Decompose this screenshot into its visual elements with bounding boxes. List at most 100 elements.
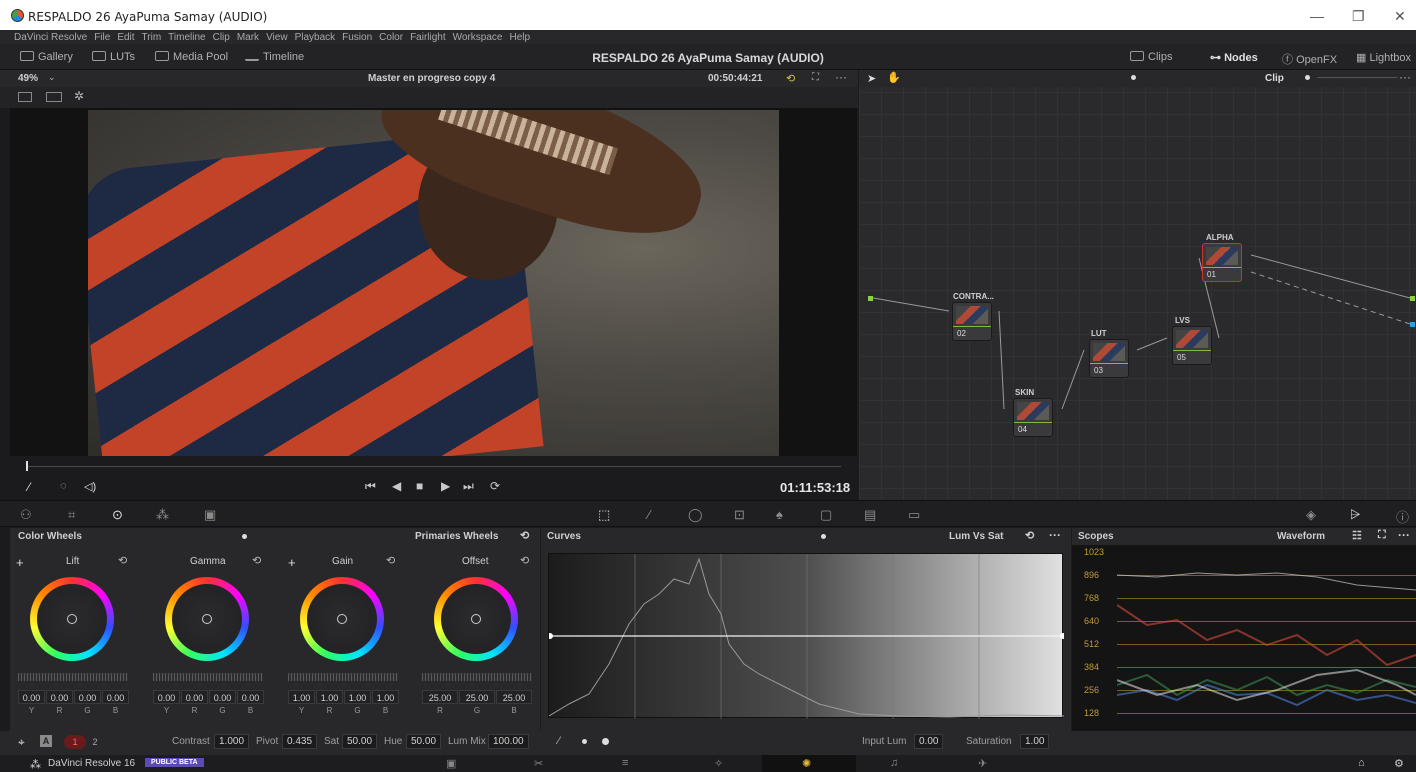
gamma-r-value[interactable]: 0.00	[181, 690, 208, 704]
gallery-button[interactable]: Gallery	[20, 51, 73, 63]
maximize-button[interactable]: ❐	[1352, 8, 1365, 25]
clips-button[interactable]: Clips	[1130, 51, 1172, 63]
bypass-icon[interactable]: ⟲	[786, 72, 795, 85]
lightbox-button[interactable]: ▦ Lightbox	[1356, 51, 1411, 64]
fairlight-page-icon[interactable]: ♫	[890, 757, 898, 769]
highlight-icon[interactable]: ✲	[74, 89, 84, 103]
crosshair-icon[interactable]: +	[288, 555, 296, 570]
home-icon[interactable]: ⌂	[1358, 757, 1365, 769]
gamma-wheel[interactable]	[165, 577, 249, 661]
reset-icon[interactable]: ⟲	[1025, 529, 1034, 542]
node-contra[interactable]: 02	[952, 302, 992, 341]
source-input-pin[interactable]	[868, 296, 873, 301]
rgb-mixer-icon[interactable]: ⁂	[156, 507, 169, 523]
auto-balance-icon[interactable]: ⌖	[18, 735, 25, 750]
gamma-b-value[interactable]: 0.00	[237, 690, 264, 704]
picker-icon[interactable]: ⁄	[28, 480, 30, 494]
offset-g-value[interactable]: 25.00	[459, 690, 495, 704]
timeline-name[interactable]: Master en progreso copy 4	[368, 73, 495, 84]
blur-icon[interactable]: ▢	[820, 507, 832, 523]
volume-icon[interactable]: ◁)	[84, 480, 96, 493]
split-view-icon[interactable]	[18, 92, 32, 102]
reset-icon[interactable]: ⟲	[520, 554, 529, 567]
gear-icon[interactable]: ⚙	[1394, 757, 1404, 770]
lift-b-value[interactable]: 0.00	[102, 690, 129, 704]
lift-g-value[interactable]: 0.00	[74, 690, 101, 704]
menu-item[interactable]: Timeline	[168, 32, 205, 43]
wheels-mode-select[interactable]: Primaries Wheels	[415, 531, 498, 542]
menu-item[interactable]: Mark	[237, 32, 259, 43]
curve-point[interactable]	[547, 633, 553, 639]
menu-item[interactable]: Edit	[117, 32, 134, 43]
curve-graph[interactable]	[547, 553, 1066, 719]
gain-master-slider[interactable]	[288, 673, 398, 681]
offset-puck[interactable]	[471, 614, 481, 624]
color-match-icon[interactable]: ⌗	[68, 507, 75, 523]
scope-mode-select[interactable]: Waveform	[1277, 531, 1325, 542]
saturation-field[interactable]: 1.00	[1020, 734, 1050, 749]
jump-end-icon[interactable]: ⏭	[463, 479, 474, 494]
wipe-icon[interactable]	[46, 92, 62, 102]
visibility-icon[interactable]: ◌	[60, 480, 67, 492]
lift-puck[interactable]	[67, 614, 77, 624]
motion-effects-icon[interactable]: ▣	[204, 507, 216, 523]
control-point-dot[interactable]	[602, 738, 609, 745]
node-editor[interactable]: ➤ ✋ Clip ··· CONTRA... 02 SKIN 04 LUT 03…	[859, 70, 1416, 500]
more-options-icon[interactable]: ···	[1049, 528, 1061, 542]
menu-item[interactable]: Fairlight	[410, 32, 446, 43]
timeline-button[interactable]: Timeline	[245, 51, 304, 63]
fullscreen-icon[interactable]: ⛶	[812, 72, 819, 83]
settings-icon[interactable]: ☷	[1352, 529, 1362, 542]
gain-g-value[interactable]: 1.00	[344, 690, 371, 704]
close-button[interactable]: ✕	[1394, 8, 1406, 25]
gain-b-value[interactable]: 1.00	[372, 690, 399, 704]
play-icon[interactable]: ▶	[441, 479, 450, 493]
auto-color-icon[interactable]: A	[40, 735, 52, 747]
gain-y-value[interactable]: 1.00	[288, 690, 315, 704]
menu-item[interactable]: View	[266, 32, 288, 43]
tracker-icon[interactable]: ⊡	[734, 507, 745, 523]
menu-item[interactable]: Color	[379, 32, 403, 43]
deliver-page-icon[interactable]: ✈	[978, 757, 987, 770]
source-timecode[interactable]: 00:50:44:21	[708, 73, 762, 84]
gain-puck[interactable]	[337, 614, 347, 624]
rgb-output-pin[interactable]	[1410, 296, 1415, 301]
menu-item[interactable]: Playback	[295, 32, 336, 43]
lift-master-slider[interactable]	[18, 673, 128, 681]
gamma-g-value[interactable]: 0.00	[209, 690, 236, 704]
menu-item[interactable]: Help	[509, 32, 530, 43]
cut-page-icon[interactable]: ✂	[534, 757, 543, 770]
crosshair-icon[interactable]: +	[16, 555, 24, 570]
nodes-button[interactable]: ⊶ Nodes	[1210, 51, 1258, 64]
node-skin[interactable]: 04	[1013, 398, 1053, 437]
fusion-page-icon[interactable]: ✧	[714, 757, 723, 770]
info-icon[interactable]: ⓘ	[1396, 507, 1409, 526]
reset-icon[interactable]: ⟲	[386, 554, 395, 567]
page-dot[interactable]	[242, 534, 247, 539]
scrub-bar[interactable]	[26, 461, 841, 471]
contrast-field[interactable]: 1.000	[214, 734, 250, 749]
offset-master-slider[interactable]	[422, 673, 532, 681]
media-pool-button[interactable]: Media Pool	[155, 51, 228, 63]
page-2-button[interactable]: 2	[86, 735, 104, 749]
media-page-icon[interactable]: ▣	[446, 757, 456, 770]
minimize-button[interactable]: —	[1310, 8, 1324, 24]
node-lvs[interactable]: 05	[1172, 326, 1212, 365]
lift-wheel[interactable]	[30, 577, 114, 661]
color-page-icon[interactable]: ✺	[802, 757, 811, 770]
luts-button[interactable]: LUTs	[92, 51, 135, 63]
fullscreen-icon[interactable]: ⛶	[1378, 529, 1386, 542]
loop-icon[interactable]: ⟳	[490, 479, 500, 493]
window-icon[interactable]: ◯	[688, 507, 703, 523]
control-point-dot[interactable]	[582, 739, 587, 744]
menu-item[interactable]: DaVinci Resolve	[14, 32, 87, 43]
gamma-puck[interactable]	[202, 614, 212, 624]
reset-icon[interactable]: ⟲	[252, 554, 261, 567]
magic-mask-icon[interactable]: ♠	[776, 507, 783, 522]
qualifier-icon[interactable]: ⁄	[648, 507, 650, 522]
lummix-field[interactable]: 100.00	[488, 734, 529, 749]
more-options-icon[interactable]: ···	[835, 70, 847, 84]
gamma-y-value[interactable]: 0.00	[153, 690, 180, 704]
more-options-icon[interactable]: ···	[1398, 528, 1410, 542]
lift-r-value[interactable]: 0.00	[46, 690, 73, 704]
